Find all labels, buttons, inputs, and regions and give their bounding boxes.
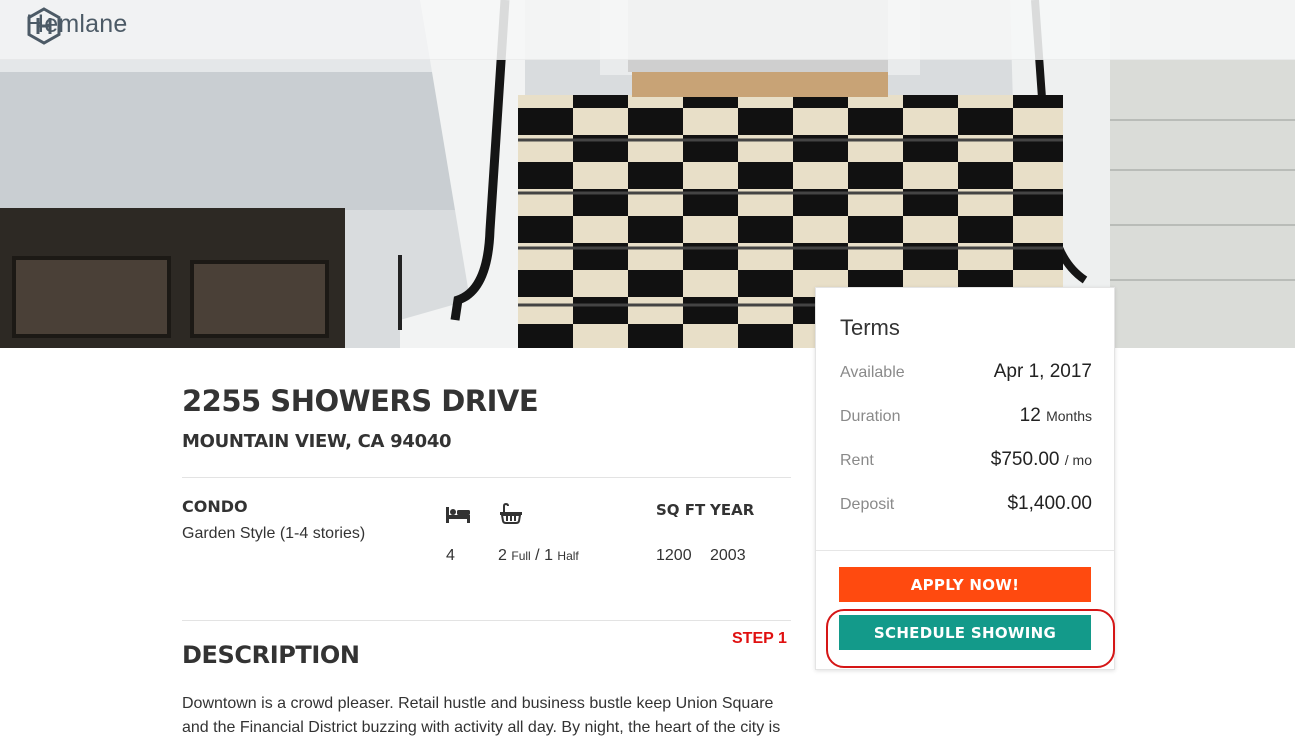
deposit-value: $1,400.00 — [1007, 493, 1092, 514]
rent-label: Rent — [840, 452, 874, 469]
baths-separator: / — [535, 547, 540, 564]
hemlane-logo[interactable]: Hemlane — [24, 6, 127, 45]
terms-row-duration: Duration 12 Months — [840, 405, 1092, 429]
beds-count: 4 — [446, 547, 455, 564]
baths-count: 2 Full / 1 Half — [498, 547, 579, 565]
terms-title: Terms — [840, 315, 900, 340]
baths-half-count: 1 — [544, 547, 553, 564]
top-navigation-bar: Hemlane — [0, 0, 1295, 60]
available-label: Available — [840, 364, 905, 381]
deposit-label: Deposit — [840, 496, 895, 513]
duration-label: Duration — [840, 408, 901, 425]
sqft-value: 1200 — [656, 547, 692, 564]
duration-value-group: 12 Months — [1020, 405, 1092, 427]
description-heading: DESCRIPTION — [182, 641, 360, 669]
divider — [182, 620, 791, 621]
bathtub-icon — [500, 503, 522, 524]
rent-value-group: $750.00 / mo — [991, 449, 1092, 471]
rent-unit: / mo — [1064, 452, 1092, 468]
year-label: YEAR — [710, 501, 755, 519]
sqft-label: SQ FT — [656, 501, 706, 519]
duration-value: 12 — [1019, 405, 1041, 426]
description-text: Downtown is a crowd pleaser. Retail hust… — [182, 695, 781, 736]
listing-city: MOUNTAIN VIEW, CA 94040 — [182, 431, 452, 452]
terms-row-deposit: Deposit $1,400.00 — [840, 493, 1092, 517]
property-style: Garden Style (1-4 stories) — [182, 525, 366, 542]
bed-icon — [446, 507, 470, 523]
hemlane-logo-icon — [27, 7, 61, 45]
terms-row-rent: Rent $750.00 / mo — [840, 449, 1092, 473]
divider — [182, 477, 791, 478]
rent-value: $750.00 — [990, 449, 1060, 470]
baths-half-label: Half — [557, 549, 579, 563]
property-type: CONDO — [182, 497, 248, 516]
schedule-showing-button[interactable]: SCHEDULE SHOWING — [839, 615, 1091, 650]
step-annotation: STEP 1 — [732, 630, 787, 647]
baths-full-label: Full — [511, 549, 531, 563]
duration-unit: Months — [1046, 408, 1092, 424]
apply-now-button[interactable]: APPLY NOW! — [839, 567, 1091, 602]
terms-row-available: Available Apr 1, 2017 — [840, 361, 1092, 385]
listing-address: 2255 SHOWERS DRIVE — [182, 384, 539, 418]
divider — [816, 550, 1114, 551]
terms-card: Terms Available Apr 1, 2017 Duration 12 … — [815, 287, 1115, 670]
year-value: 2003 — [710, 547, 746, 564]
baths-full-count: 2 — [498, 547, 507, 564]
available-value: Apr 1, 2017 — [993, 361, 1092, 382]
